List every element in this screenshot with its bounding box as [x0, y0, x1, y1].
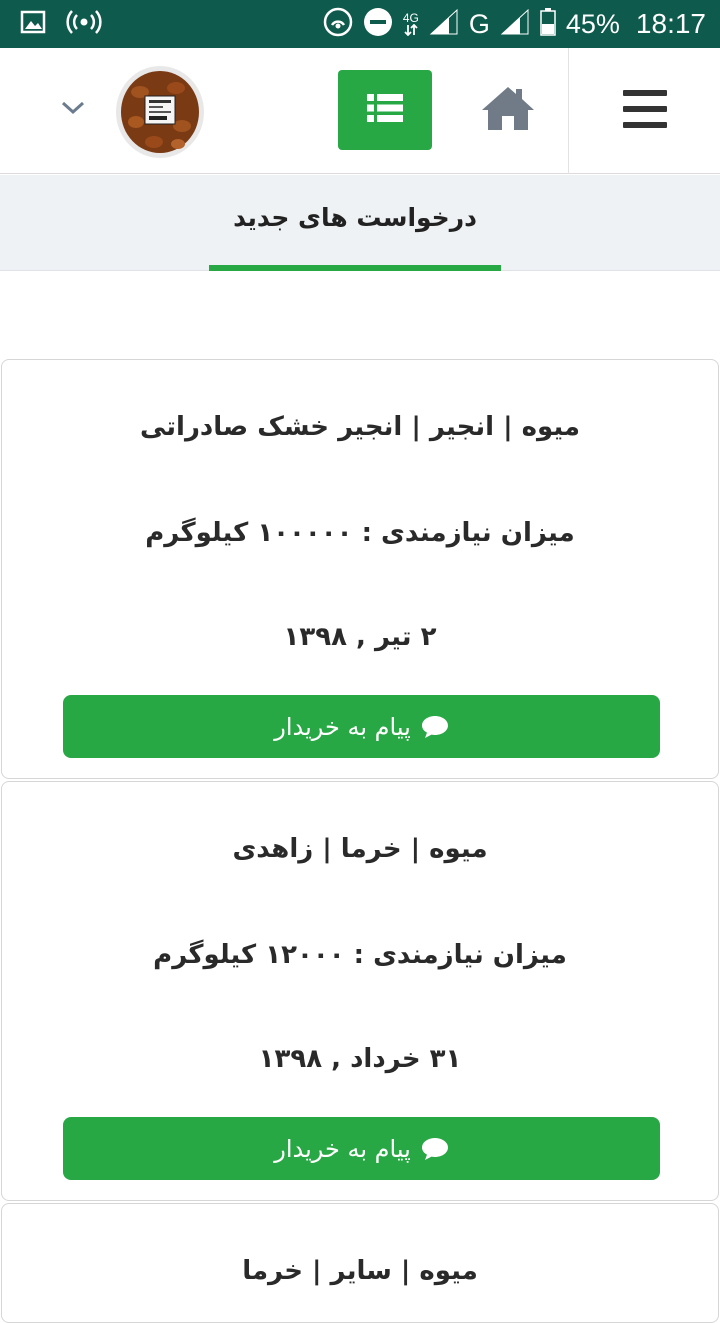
- request-quantity: میزان نیازمندی : ۱۲۰۰۰ کیلوگرم: [153, 940, 567, 970]
- request-card: میوه | خرما | زاهدی میزان نیازمندی : ۱۲۰…: [1, 781, 719, 1201]
- home-button[interactable]: [476, 78, 540, 142]
- request-card: میوه | سایر | خرما: [1, 1203, 719, 1323]
- request-date: ۳۱ خرداد , ۱۳۹۸: [258, 1044, 462, 1074]
- request-card: میوه | انجیر | انجیر خشک صادراتی میزان ن…: [1, 359, 719, 779]
- clock: 18:17: [635, 8, 706, 39]
- comment-icon: [421, 715, 449, 739]
- signal-strength-icon-2: [500, 8, 530, 40]
- do-not-disturb-icon: [363, 7, 393, 41]
- menu-button[interactable]: [568, 48, 720, 174]
- network-type-indicator: 4G: [403, 12, 419, 36]
- chevron-down-icon: [58, 101, 88, 124]
- product-thumbnail[interactable]: [114, 64, 206, 160]
- list-view-button[interactable]: [338, 70, 432, 150]
- message-buyer-button[interactable]: پیام به خریدار: [63, 1117, 660, 1180]
- message-buyer-label: پیام به خریدار: [274, 712, 411, 741]
- app-header: [0, 48, 720, 174]
- carrier-letter: G: [468, 8, 490, 39]
- message-buyer-button[interactable]: پیام به خریدار: [63, 695, 660, 758]
- hamburger-menu-icon: [622, 90, 667, 132]
- battery-percentage: 45%: [565, 8, 620, 39]
- message-buyer-label: پیام به خریدار: [274, 1134, 411, 1163]
- request-product: میوه | سایر | خرما: [242, 1256, 478, 1286]
- home-icon: [480, 84, 536, 136]
- account-dropdown-toggle[interactable]: [58, 96, 88, 120]
- tab-bar: درخواست های جدید: [0, 175, 720, 271]
- hotspot-icon: [66, 9, 102, 39]
- status-bar: 4G G 45% 18:17: [0, 0, 720, 48]
- tab-new-requests[interactable]: درخواست های جدید: [209, 175, 501, 271]
- gallery-notification-icon: [20, 10, 46, 38]
- list-icon: [367, 93, 403, 127]
- request-date: ۲ تیر , ۱۳۹۸: [283, 622, 437, 652]
- tab-new-requests-label: درخواست های جدید: [233, 202, 477, 232]
- battery-icon: [540, 8, 556, 40]
- network-type-label: 4G: [402, 11, 419, 25]
- request-product: میوه | خرما | زاهدی: [232, 834, 488, 864]
- wireless-signal-icon: [323, 7, 353, 41]
- request-quantity: میزان نیازمندی : ۱۰۰۰۰۰ کیلوگرم: [145, 518, 575, 548]
- comment-icon: [421, 1137, 449, 1161]
- signal-strength-icon: [429, 8, 459, 40]
- request-product: میوه | انجیر | انجیر خشک صادراتی: [139, 412, 581, 442]
